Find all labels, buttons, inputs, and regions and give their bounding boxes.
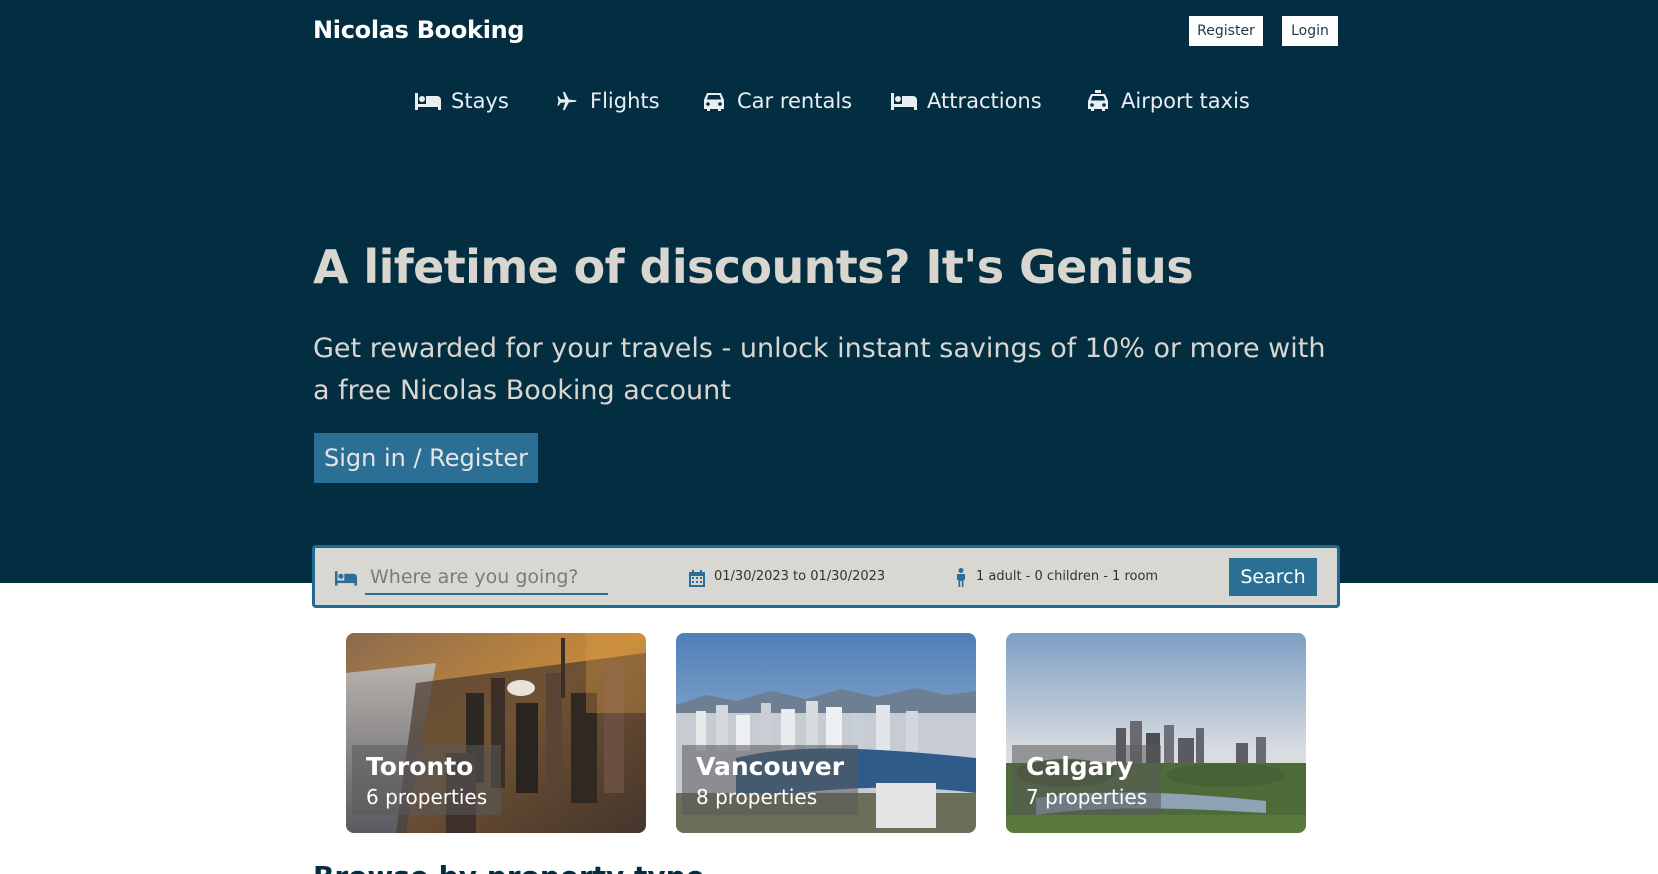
nav-item-label: Airport taxis xyxy=(1121,89,1250,113)
nav-item-car-rentals[interactable]: Car rentals xyxy=(701,86,852,116)
city-caption: Toronto 6 properties xyxy=(352,745,502,815)
city-name: Vancouver xyxy=(696,752,845,781)
nav-item-label: Flights xyxy=(590,89,660,113)
hero-title: A lifetime of discounts? It's Genius xyxy=(313,240,1194,294)
nav-item-flights[interactable]: Flights xyxy=(554,86,660,116)
brand-logo[interactable]: Nicolas Booking xyxy=(313,16,525,44)
hero-section: Nicolas Booking Register Login Stays Fli… xyxy=(0,0,1658,583)
car-icon xyxy=(704,93,724,111)
date-range-picker[interactable]: 01/30/2023 to 01/30/2023 xyxy=(714,569,885,584)
city-properties-count: 6 properties xyxy=(366,785,488,809)
destination-input[interactable] xyxy=(370,566,608,588)
browse-by-property-type-heading: Browse by property type xyxy=(313,860,705,874)
city-properties-count: 7 properties xyxy=(1026,785,1148,809)
nav-item-stays[interactable]: Stays xyxy=(415,86,509,116)
bed-icon xyxy=(335,571,357,586)
nav-item-airport-taxis[interactable]: Airport taxis xyxy=(1085,86,1250,116)
destination-field xyxy=(365,561,608,595)
nav-item-attractions[interactable]: Attractions xyxy=(891,86,1042,116)
calendar-icon xyxy=(689,570,705,587)
person-icon xyxy=(957,568,965,587)
city-name: Toronto xyxy=(366,752,474,781)
search-button[interactable]: Search xyxy=(1229,558,1317,596)
nav-item-label: Car rentals xyxy=(737,89,853,113)
guests-selector[interactable]: 1 adult - 0 children - 1 room xyxy=(976,569,1158,584)
search-bar: 01/30/2023 to 01/30/2023 1 adult - 0 chi… xyxy=(312,545,1340,608)
city-card-toronto[interactable]: Toronto 6 properties xyxy=(346,633,646,833)
register-button[interactable]: Register xyxy=(1189,16,1263,46)
nav-item-label: Stays xyxy=(451,89,509,113)
city-name: Calgary xyxy=(1026,752,1134,781)
page: Nicolas Booking Register Login Stays Fli… xyxy=(0,0,1658,874)
plane-icon xyxy=(557,91,577,111)
login-button[interactable]: Login xyxy=(1282,16,1338,46)
sign-in-register-button[interactable]: Sign in / Register xyxy=(314,433,538,483)
hero-subtitle: Get rewarded for your travels - unlock i… xyxy=(313,333,1326,406)
nav-item-label: Attractions xyxy=(927,89,1042,113)
city-caption: Vancouver 8 properties xyxy=(682,745,859,815)
city-card-vancouver[interactable]: Vancouver 8 properties xyxy=(676,633,976,833)
city-properties-count: 8 properties xyxy=(696,785,818,809)
city-caption: Calgary 7 properties xyxy=(1012,745,1162,815)
taxi-icon xyxy=(1088,90,1108,111)
bed-icon xyxy=(891,93,917,110)
city-card-calgary[interactable]: Calgary 7 properties xyxy=(1006,633,1306,833)
bed-icon xyxy=(415,93,441,110)
